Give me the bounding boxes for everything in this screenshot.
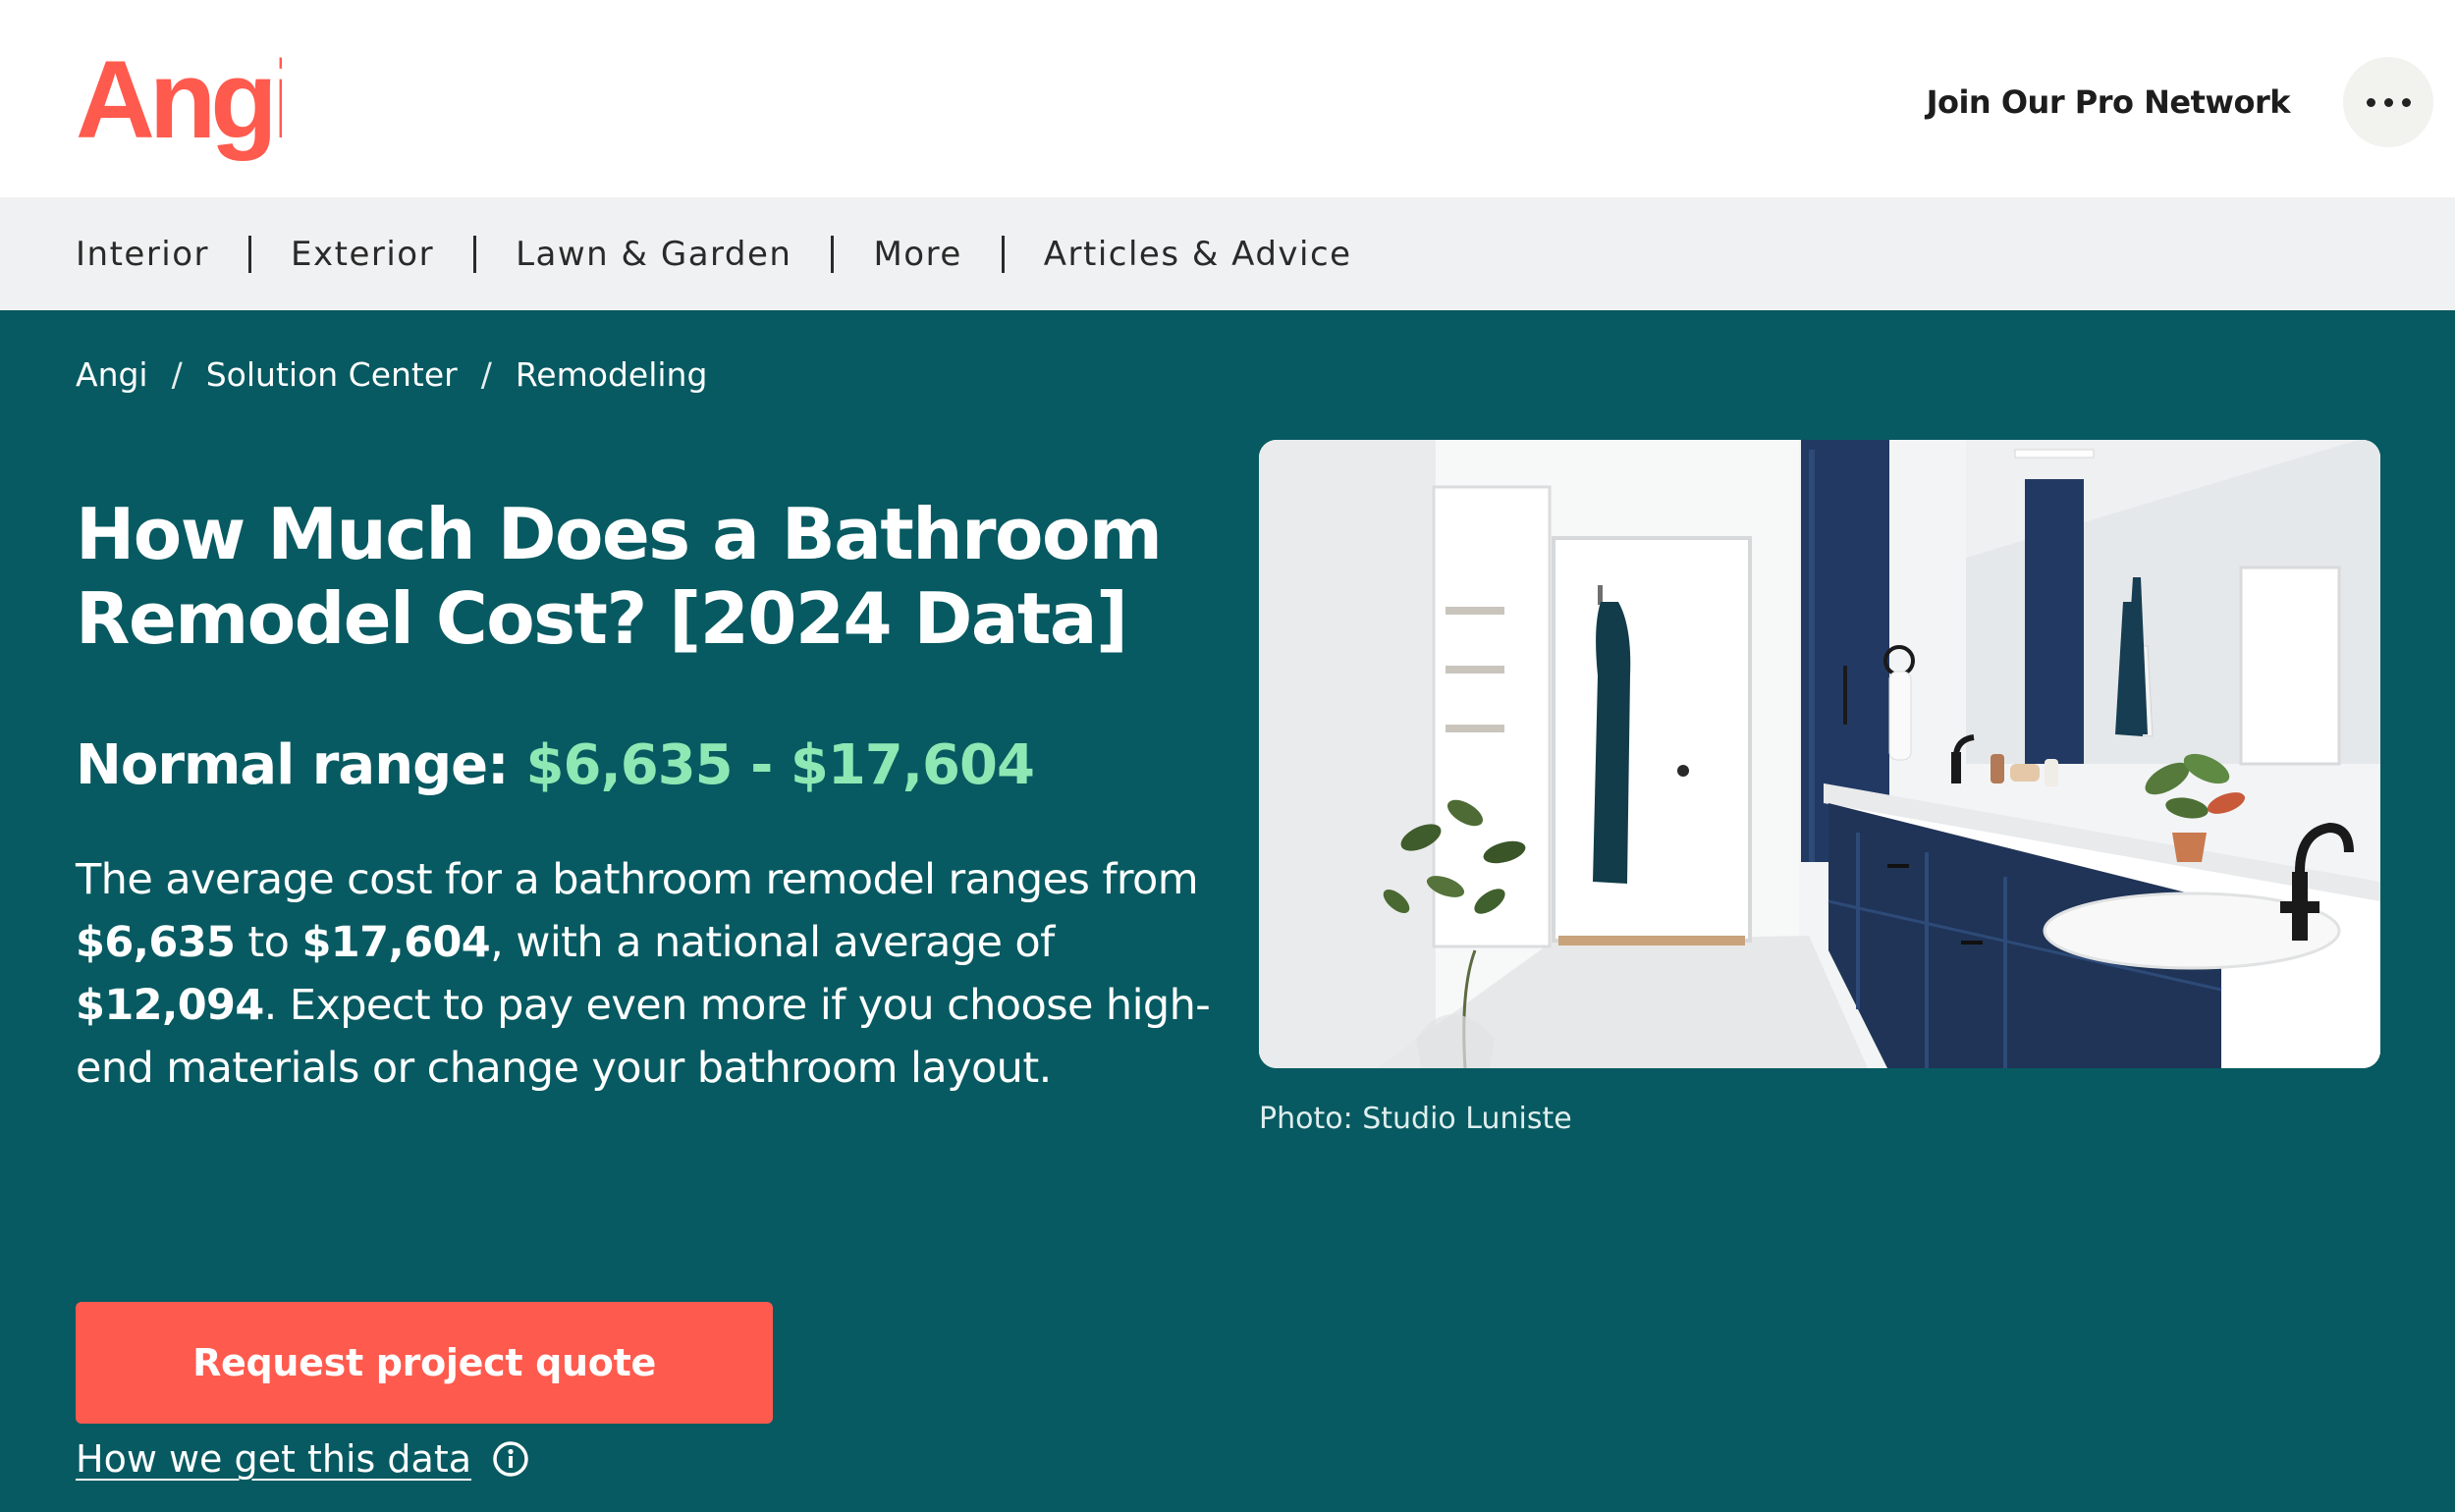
breadcrumb-solution-center[interactable]: Solution Center	[206, 355, 458, 394]
site-header: Angi Join Our Pro Network	[0, 0, 2455, 197]
summary-low-cost: $6,635	[76, 918, 236, 967]
summary-average-cost: $12,094	[76, 981, 264, 1030]
nav-item-articles-advice[interactable]: Articles & Advice	[1044, 235, 1352, 274]
hero-section: Angi / Solution Center / Remodeling How …	[0, 310, 2455, 1512]
page-title-line-2: Remodel Cost? [2024 Data]	[76, 577, 1128, 660]
breadcrumb-separator: /	[171, 354, 183, 394]
nav-divider	[473, 235, 477, 273]
summary-text: to	[235, 918, 302, 967]
normal-range-label: Normal range:	[76, 732, 510, 797]
request-quote-button[interactable]: Request project quote	[76, 1302, 773, 1424]
breadcrumb-angi[interactable]: Angi	[76, 355, 148, 394]
cost-summary: The average cost for a bathroom remodel …	[76, 848, 1244, 1100]
svg-text:Angi: Angi	[76, 39, 282, 161]
summary-text: , with a national average of	[490, 918, 1055, 967]
info-icon[interactable]	[491, 1439, 530, 1479]
more-options-button[interactable]	[2343, 57, 2433, 147]
how-we-get-data-label[interactable]: How we get this data	[76, 1437, 471, 1481]
summary-high-cost: $17,604	[301, 918, 491, 967]
nav-item-exterior[interactable]: Exterior	[291, 235, 434, 274]
summary-text: The average cost for a bathroom remodel …	[76, 855, 1199, 904]
category-nav: Interior Exterior Lawn & Garden More Art…	[0, 197, 2455, 310]
nav-divider	[831, 235, 835, 273]
angi-logo[interactable]: Angi	[76, 39, 282, 167]
breadcrumb-remodeling[interactable]: Remodeling	[516, 355, 708, 394]
page-title: How Much Does a Bathroom Remodel Cost? […	[76, 492, 1234, 661]
nav-divider	[1001, 235, 1005, 273]
breadcrumb-separator: /	[480, 354, 492, 394]
nav-divider	[248, 235, 252, 273]
more-dots-icon-dot	[2401, 97, 2411, 107]
normal-range: Normal range: $6,635 - $17,604	[76, 721, 1035, 809]
nav-item-more[interactable]: More	[873, 235, 961, 274]
how-we-get-data-link[interactable]: How we get this data	[76, 1431, 530, 1486]
photo-caption: Photo: Studio Luniste	[1259, 1102, 1572, 1136]
more-dots-icon-dot	[2383, 97, 2393, 107]
bathroom-photo-illustration	[1259, 440, 2380, 1068]
bathroom-photo	[1259, 440, 2380, 1068]
nav-item-interior[interactable]: Interior	[76, 235, 209, 274]
page-title-line-1: How Much Does a Bathroom	[76, 493, 1163, 575]
more-dots-icon	[2366, 97, 2375, 107]
nav-item-lawn-garden[interactable]: Lawn & Garden	[516, 235, 791, 274]
normal-range-value: $6,635 - $17,604	[525, 732, 1035, 797]
breadcrumb: Angi / Solution Center / Remodeling	[76, 350, 707, 399]
join-pro-network-link[interactable]: Join Our Pro Network	[1925, 75, 2291, 130]
